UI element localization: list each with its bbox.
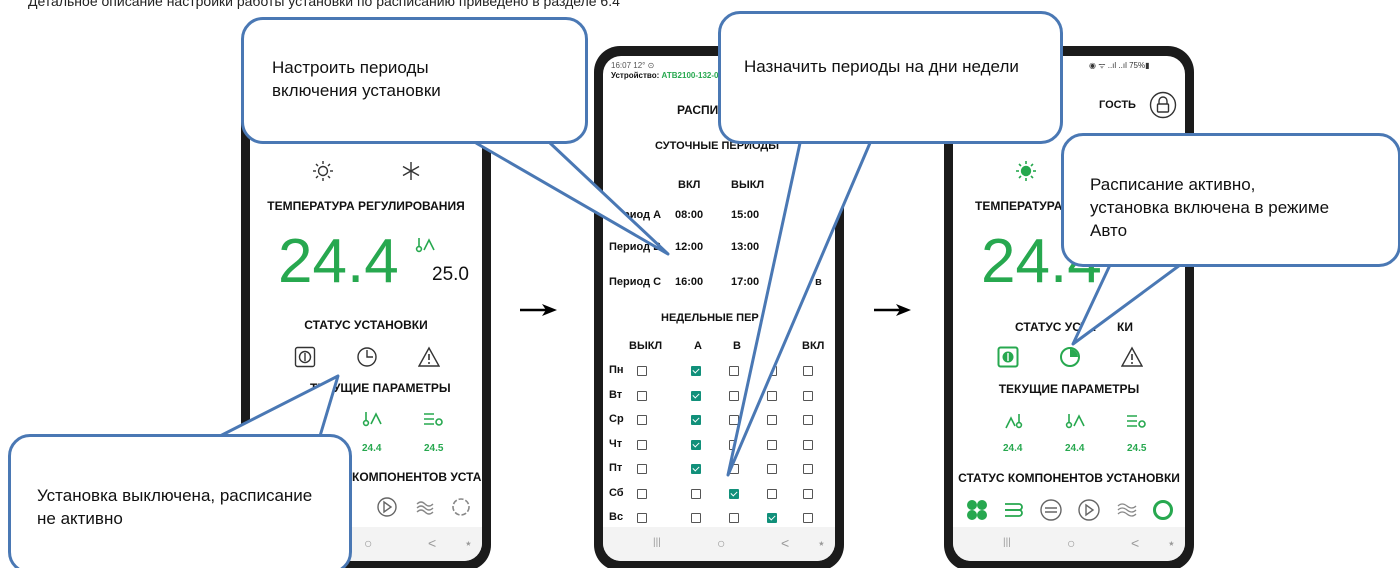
callout-schedule-active: Расписание активно, установка включена в… [1061, 133, 1400, 267]
callout-configure-periods: Настроить периоды включения установки [241, 17, 588, 144]
callout-configure-periods-text: Настроить периоды включения установки [272, 58, 441, 100]
callout-assign-days: Назначить периоды на дни недели [718, 11, 1063, 144]
callout-unit-off-text: Установка выключена, расписание не актив… [37, 486, 313, 528]
callout-assign-days-text: Назначить периоды на дни недели [744, 57, 1019, 76]
callout-schedule-active-text: Расписание активно, установка включена в… [1090, 175, 1330, 240]
callout-unit-off: Установка выключена, расписание не актив… [8, 434, 352, 568]
